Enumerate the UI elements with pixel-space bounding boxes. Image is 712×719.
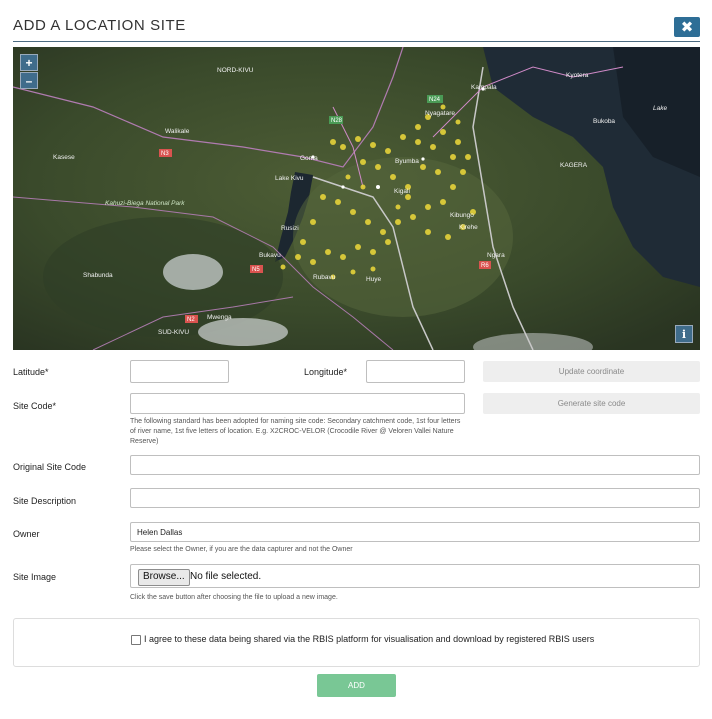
map-label-nyagatare: Nyagatare — [425, 110, 455, 117]
agree-label: I agree to these data being shared via t… — [144, 634, 595, 644]
svg-text:N5: N5 — [252, 267, 260, 273]
add-button[interactable]: ADD — [317, 674, 396, 697]
site-image-help-text: Click the save button after choosing the… — [130, 594, 338, 601]
agree-checkbox[interactable] — [131, 635, 141, 645]
site-image-file-input[interactable]: Browse... No file selected. — [130, 564, 700, 588]
zoom-in-button[interactable]: + — [20, 54, 38, 71]
map-label-kirehe: Kirehe — [459, 224, 478, 231]
map-label-ngara: Ngara — [487, 252, 505, 259]
map-label-kyotera: Kyotera — [566, 72, 589, 79]
update-coordinate-button[interactable]: Update coordinate — [483, 361, 700, 382]
owner-help-text: Please select the Owner, if you are the … — [130, 546, 353, 553]
site-image-label: Site Image — [13, 572, 57, 582]
no-file-selected-text: No file selected. — [190, 571, 262, 582]
site-description-label: Site Description — [13, 496, 77, 506]
map-info-button[interactable]: i — [675, 325, 693, 343]
map-label-shabunda: Shabunda — [83, 272, 113, 279]
zoom-controls: + – — [20, 54, 38, 90]
map-label-goma: Goma — [300, 155, 318, 162]
owner-label: Owner — [13, 529, 40, 539]
close-button[interactable]: ✖ — [674, 17, 700, 37]
dialog-header: ADD A LOCATION SITE ✖ — [13, 14, 700, 42]
map-label-lake: Lake — [653, 105, 667, 112]
latitude-input[interactable] — [130, 360, 229, 383]
original-site-code-label: Original Site Code — [13, 462, 87, 472]
site-code-label: Site Code* — [13, 401, 57, 411]
latitude-label: Latitude* — [13, 367, 49, 377]
longitude-label: Longitude* — [304, 367, 348, 377]
map-label-kigali: Kigali — [394, 188, 410, 195]
owner-input[interactable] — [130, 522, 700, 542]
site-description-input[interactable] — [130, 488, 700, 508]
map-label-sud-kivu: SUD-KIVU — [158, 329, 189, 336]
svg-text:N24: N24 — [429, 97, 441, 103]
svg-text:R6: R6 — [481, 263, 489, 269]
zoom-out-button[interactable]: – — [20, 72, 38, 89]
map-label-kahuzi-biega: Kahuzi-Biega National Park — [105, 200, 185, 207]
map-label-nord-kivu: NORD-KIVU — [217, 67, 254, 74]
map-label-rubavu: Rubavu — [313, 274, 336, 281]
svg-text:N28: N28 — [331, 118, 343, 124]
svg-text:N3: N3 — [161, 151, 169, 157]
dialog-title: ADD A LOCATION SITE — [13, 17, 186, 34]
map-label-kasese: Kasese — [53, 154, 75, 161]
svg-text:N2: N2 — [187, 317, 195, 323]
map-label-mwenga: Mwenga — [207, 314, 232, 321]
map-label-kibungo: Kibungo — [450, 212, 474, 219]
map-view[interactable]: N3 N2 N5 N28 N24 R6 NORD-KIVU Kampala Ky… — [13, 47, 700, 350]
map-label-byumba: Byumba — [395, 158, 419, 165]
map-label-rusizi: Rusizi — [281, 225, 299, 232]
longitude-input[interactable] — [366, 360, 465, 383]
map-label-bukoba: Bukoba — [593, 118, 615, 125]
generate-site-code-button[interactable]: Generate site code — [483, 393, 700, 414]
map-label-bukavu: Bukavu — [259, 252, 281, 259]
map-label-walikale: Walikale — [165, 128, 190, 135]
site-code-input[interactable] — [130, 393, 465, 414]
browse-button[interactable]: Browse... — [138, 569, 190, 586]
satellite-map[interactable]: N3 N2 N5 N28 N24 R6 NORD-KIVU Kampala Ky… — [13, 47, 700, 350]
agreement-panel: I agree to these data being shared via t… — [13, 618, 700, 667]
close-x-icon: ✖ — [680, 19, 694, 36]
map-label-huye: Huye — [366, 276, 382, 283]
map-label-lake-kivu: Lake Kivu — [275, 175, 304, 182]
original-site-code-input[interactable] — [130, 455, 700, 475]
map-label-kagera: KAGERA — [560, 162, 588, 169]
site-code-help-text: The following standard has been adopted … — [130, 418, 461, 445]
